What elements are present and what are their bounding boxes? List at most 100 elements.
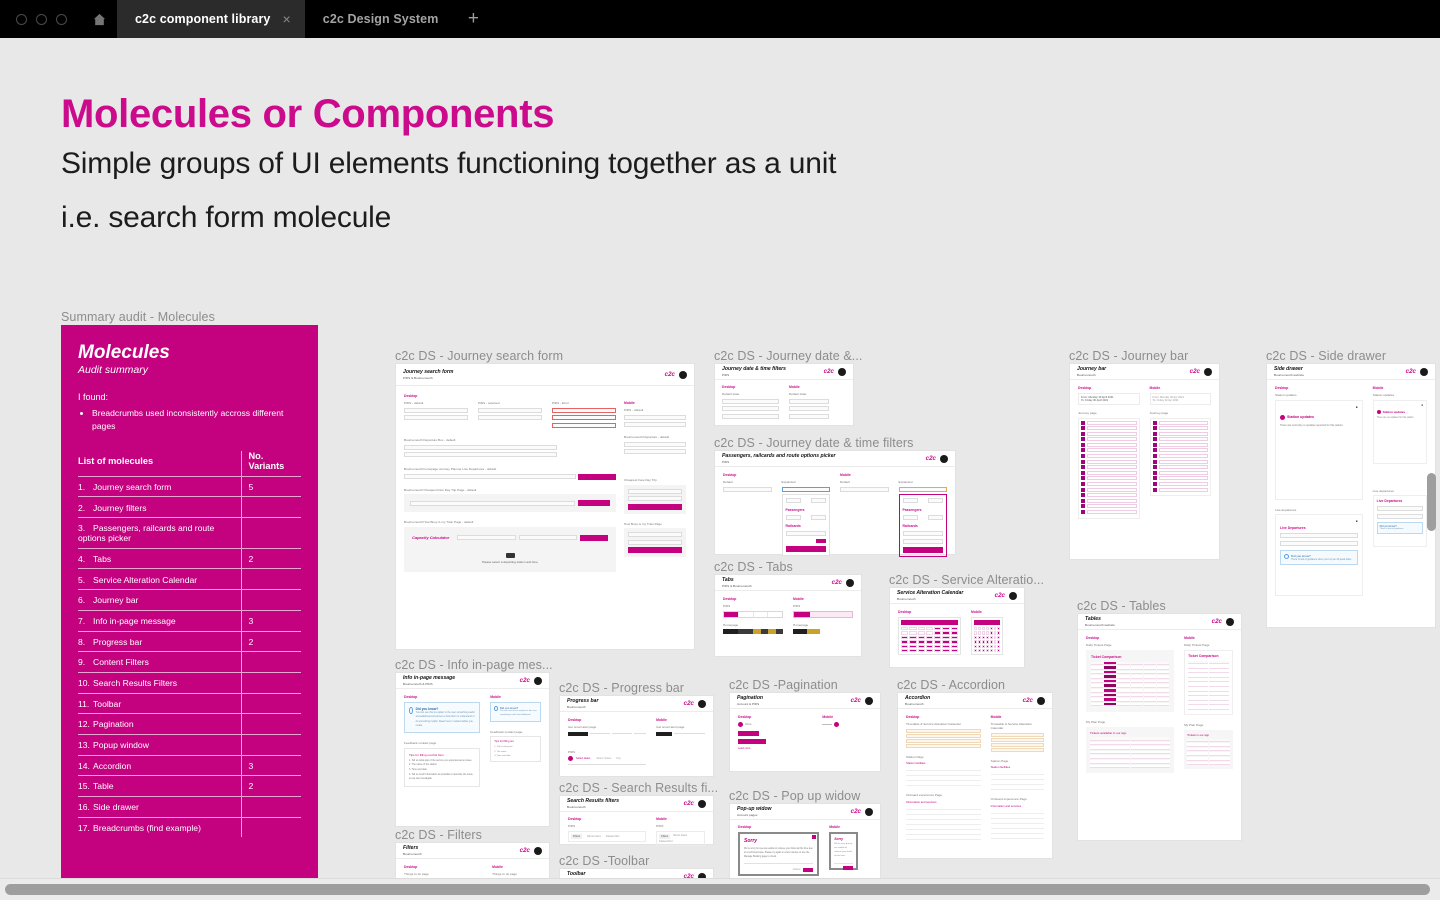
accordion-row[interactable] bbox=[906, 835, 981, 840]
table-cell bbox=[1209, 678, 1230, 683]
frame-label-filters[interactable]: c2c DS - Filters bbox=[395, 828, 482, 842]
frame-popup-window[interactable]: Pop-up widow Account pages c2c Desktop S… bbox=[729, 803, 881, 880]
accordion-row[interactable] bbox=[990, 786, 1044, 790]
calendar-day-cell bbox=[942, 648, 950, 653]
table-row bbox=[1187, 752, 1231, 756]
frame-body: Desktop Station updates ■ Station updates… bbox=[1267, 380, 1435, 602]
frame-journey-date-time-short[interactable]: Journey date & time filters PIDS c2c Des… bbox=[714, 363, 854, 426]
frame-header: Tables Bournemouth website c2c bbox=[1078, 614, 1241, 630]
accordion-row[interactable] bbox=[906, 825, 981, 830]
accordion-row[interactable] bbox=[906, 782, 981, 786]
frame-label-tabs[interactable]: c2c DS - Tabs bbox=[714, 560, 793, 574]
table-header-row: List of molecules No. Variants bbox=[78, 450, 301, 477]
accordion-row[interactable] bbox=[906, 810, 981, 815]
frame-label-popup-window[interactable]: c2c DS - Pop up widow bbox=[729, 789, 860, 803]
summary-audit-card[interactable]: Molecules Audit summary I found: Breadcr… bbox=[61, 325, 318, 900]
accordion-row[interactable] bbox=[990, 776, 1044, 780]
frame-label-journey-search-form[interactable]: c2c DS - Journey search form bbox=[395, 349, 563, 363]
page-subtitle-line-2: i.e. search form molecule bbox=[61, 200, 392, 234]
home-button[interactable] bbox=[81, 0, 117, 38]
window-maximize-button[interactable] bbox=[36, 13, 47, 25]
vertical-scrollbar[interactable] bbox=[1427, 473, 1436, 531]
table-cell bbox=[1091, 666, 1104, 670]
frame-header: Pop-up widow Account pages c2c bbox=[730, 804, 880, 820]
frame-label-search-results-filters[interactable]: c2c DS - Search Results fi... bbox=[559, 781, 718, 795]
frame-search-results-filters[interactable]: Search Results filters Bournemouth c2c D… bbox=[559, 795, 714, 846]
calendar-day-cell bbox=[934, 644, 942, 648]
c2c-logo: c2c bbox=[1405, 368, 1416, 375]
frame-tables[interactable]: Tables Bournemouth website c2c Desktop Da… bbox=[1077, 613, 1242, 841]
frame-info-in-page-message[interactable]: Info in-page message Bournemouth & PIDS … bbox=[395, 672, 550, 827]
frame-tabs[interactable]: Tabs PIDS & Bournemouth c2c Desktop PIDS … bbox=[714, 574, 862, 657]
horizontal-scrollbar-thumb[interactable] bbox=[5, 884, 1430, 895]
horizontal-scrollbar-track[interactable] bbox=[0, 878, 1440, 900]
tab-c2c-component-library[interactable]: c2c component library × bbox=[117, 0, 305, 38]
calendar-day-cell bbox=[981, 648, 985, 653]
frame-journey-bar[interactable]: Journey bar Bournemouth c2c Desktop From… bbox=[1069, 363, 1220, 560]
accordion-row[interactable] bbox=[906, 830, 981, 835]
accordion-row[interactable] bbox=[906, 738, 981, 743]
accordion-row[interactable] bbox=[990, 819, 1044, 824]
frame-label-journey-bar[interactable]: c2c DS - Journey bar bbox=[1069, 349, 1188, 363]
calendar-day-cell bbox=[985, 635, 989, 640]
accordion-row[interactable] bbox=[906, 728, 981, 733]
accordion-row[interactable] bbox=[906, 772, 981, 776]
frame-label-pagination[interactable]: c2c DS -Pagination bbox=[729, 678, 838, 692]
frame-label-progress-bar[interactable]: c2c DS - Progress bar bbox=[559, 681, 684, 695]
accordion-row[interactable] bbox=[906, 733, 981, 738]
molecule-name-cell: 12. Pagination bbox=[78, 713, 241, 735]
table-cell bbox=[1130, 702, 1143, 707]
frame-side-drawer[interactable]: Side drawer Bournemouth website c2c Desk… bbox=[1266, 363, 1436, 628]
frame-progress-bar[interactable]: Progress bar Bournemouth c2c Desktop Get … bbox=[559, 695, 714, 777]
accordion-row[interactable] bbox=[990, 829, 1044, 834]
accordion-row[interactable] bbox=[990, 742, 1044, 747]
calendar-day-cell bbox=[974, 627, 977, 631]
table-row bbox=[1187, 747, 1231, 752]
calendar-day-cell bbox=[997, 640, 1001, 644]
c2c-logo: c2c bbox=[683, 800, 694, 807]
accordion-row[interactable] bbox=[906, 805, 981, 810]
molecule-name-cell: 5. Service Alteration Calendar bbox=[78, 568, 241, 591]
frame-label-info-in-page[interactable]: c2c DS - Info in-page mes... bbox=[395, 658, 553, 672]
frame-label-toolbar[interactable]: c2c DS -Toolbar bbox=[559, 854, 649, 868]
accordion-row[interactable] bbox=[990, 814, 1044, 819]
accordion-row[interactable] bbox=[990, 771, 1044, 775]
accordion-row[interactable] bbox=[906, 820, 981, 825]
accordion-row[interactable] bbox=[990, 809, 1044, 814]
table-cell bbox=[1188, 665, 1209, 669]
accordion-row[interactable] bbox=[990, 834, 1044, 839]
frame-journey-search-form[interactable]: Journey search form PIDS & Bournemouth c… bbox=[395, 363, 695, 650]
frame-service-alteration-calendar[interactable]: Service Alteration Calendar Bournemouth … bbox=[889, 587, 1025, 668]
accordion-row[interactable] bbox=[906, 815, 981, 820]
accordion-row[interactable] bbox=[990, 824, 1044, 829]
accordion-row[interactable] bbox=[990, 747, 1044, 752]
frame-label-accordion[interactable]: c2c DS - Accordion bbox=[897, 678, 1005, 692]
design-canvas[interactable]: Molecules or Components Simple groups of… bbox=[0, 38, 1440, 900]
window-close-button[interactable] bbox=[56, 13, 67, 25]
journey-bar-stop bbox=[1081, 437, 1137, 442]
accordion-row[interactable] bbox=[990, 732, 1044, 737]
frame-label-tables[interactable]: c2c DS - Tables bbox=[1077, 599, 1166, 613]
close-icon[interactable]: × bbox=[282, 12, 290, 26]
calendar-day-cell bbox=[909, 644, 917, 648]
tab-c2c-design-system[interactable]: c2c Design System bbox=[305, 0, 453, 38]
accordion-row[interactable] bbox=[906, 767, 981, 771]
accordion-row[interactable] bbox=[990, 737, 1044, 742]
frame-journey-date-time-filters[interactable]: Passengers, railcards and route options … bbox=[714, 450, 956, 557]
window-minimize-button[interactable] bbox=[16, 13, 27, 25]
new-tab-button[interactable]: + bbox=[452, 0, 494, 38]
accordion-row[interactable] bbox=[906, 743, 981, 748]
frame-label-summary-audit[interactable]: Summary audit - Molecules bbox=[61, 310, 215, 324]
calendar-day-cell bbox=[981, 640, 985, 644]
frame-label-journey-date-time[interactable]: c2c DS - Journey date & time filters bbox=[714, 436, 914, 450]
frame-label-journey-date-time-short[interactable]: c2c DS - Journey date &... bbox=[714, 349, 863, 363]
accordion-row[interactable] bbox=[906, 777, 981, 781]
frame-pagination[interactable]: Pagination Account & PIDS c2c Desktop Sh… bbox=[729, 692, 881, 772]
frame-header: Progress bar Bournemouth c2c bbox=[560, 696, 713, 712]
frame-label-side-drawer[interactable]: c2c DS - Side drawer bbox=[1266, 349, 1386, 363]
table-row bbox=[1188, 683, 1230, 688]
frame-body: Desktop Get smart alert page PIDS Select … bbox=[560, 712, 713, 771]
accordion-row[interactable] bbox=[990, 781, 1044, 785]
frame-accordion[interactable]: Accordion Bournemouth c2c Desktop Timeta… bbox=[897, 692, 1053, 859]
frame-label-service-alteration[interactable]: c2c DS - Service Alteratio... bbox=[889, 573, 1044, 587]
